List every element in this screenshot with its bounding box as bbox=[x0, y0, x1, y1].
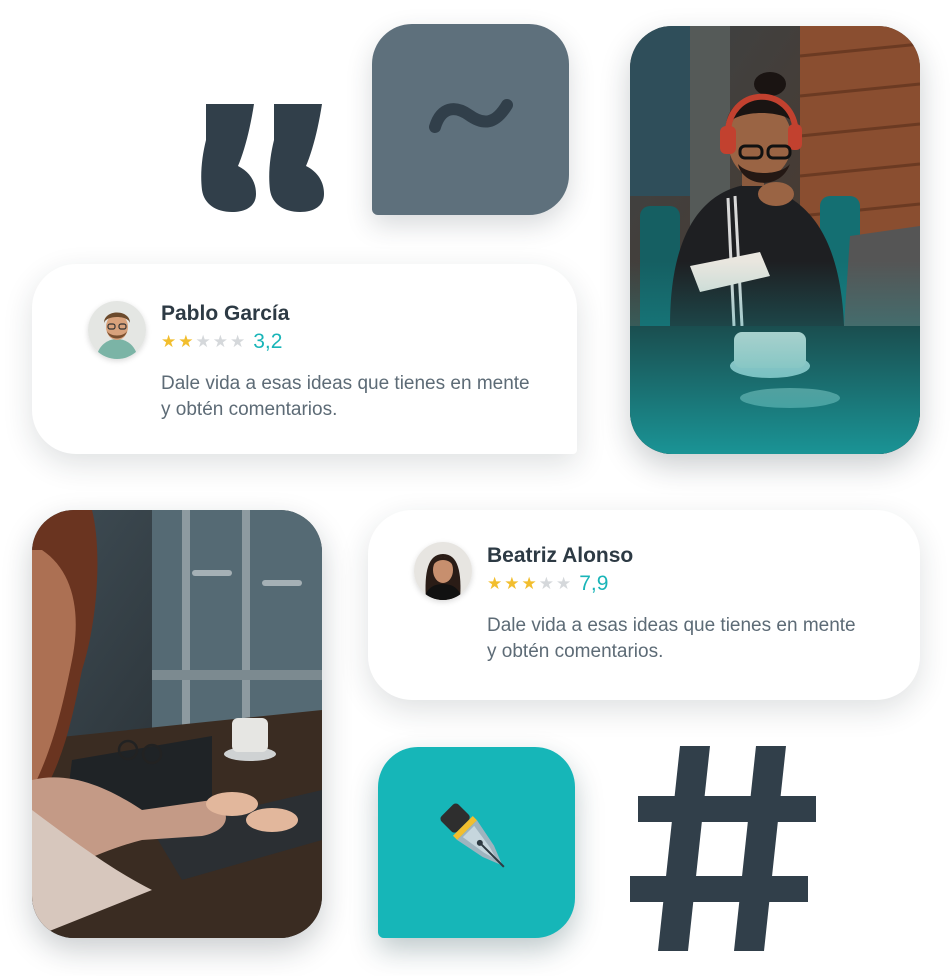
reviewer-name: Pablo García bbox=[161, 302, 290, 325]
quote-icon bbox=[196, 100, 336, 215]
star-icon: ★ bbox=[504, 574, 520, 593]
star-icon: ★ bbox=[487, 574, 503, 593]
rating: ★ ★ ★ ★ ★ 7,9 bbox=[487, 572, 608, 596]
photo-woman-on-laptop bbox=[32, 510, 322, 938]
review-text: Dale vida a esas ideas que tienes en men… bbox=[487, 615, 856, 662]
review-text: Dale vida a esas ideas que tienes en men… bbox=[161, 373, 530, 420]
star-icon: ★ bbox=[556, 574, 572, 593]
review-card: Beatriz Alonso ★ ★ ★ ★ ★ 7,9 Dale vida a… bbox=[368, 510, 920, 700]
tilde-tile bbox=[372, 24, 569, 215]
hash-icon bbox=[628, 746, 818, 951]
star-icon: ★ bbox=[161, 332, 177, 351]
star-icon: ★ bbox=[195, 332, 211, 351]
pen-tile bbox=[378, 747, 575, 938]
rating-score: 3,2 bbox=[253, 330, 283, 353]
star-icon: ★ bbox=[521, 574, 537, 593]
reviewer-name: Beatriz Alonso bbox=[487, 544, 634, 567]
star-icon: ★ bbox=[538, 574, 554, 593]
avatar bbox=[414, 542, 472, 600]
fountain-pen-icon bbox=[435, 798, 519, 887]
rating: ★ ★ ★ ★ ★ 3,2 bbox=[161, 330, 282, 354]
avatar bbox=[88, 301, 146, 359]
rating-score: 7,9 bbox=[579, 572, 609, 595]
photo-man-with-headphones bbox=[630, 26, 920, 454]
star-icon: ★ bbox=[178, 332, 194, 351]
review-card: Pablo García ★ ★ ★ ★ ★ 3,2 Dale vida a e… bbox=[32, 264, 577, 454]
star-icon: ★ bbox=[212, 332, 228, 351]
star-icon: ★ bbox=[230, 332, 246, 351]
tilde-icon bbox=[428, 97, 513, 142]
